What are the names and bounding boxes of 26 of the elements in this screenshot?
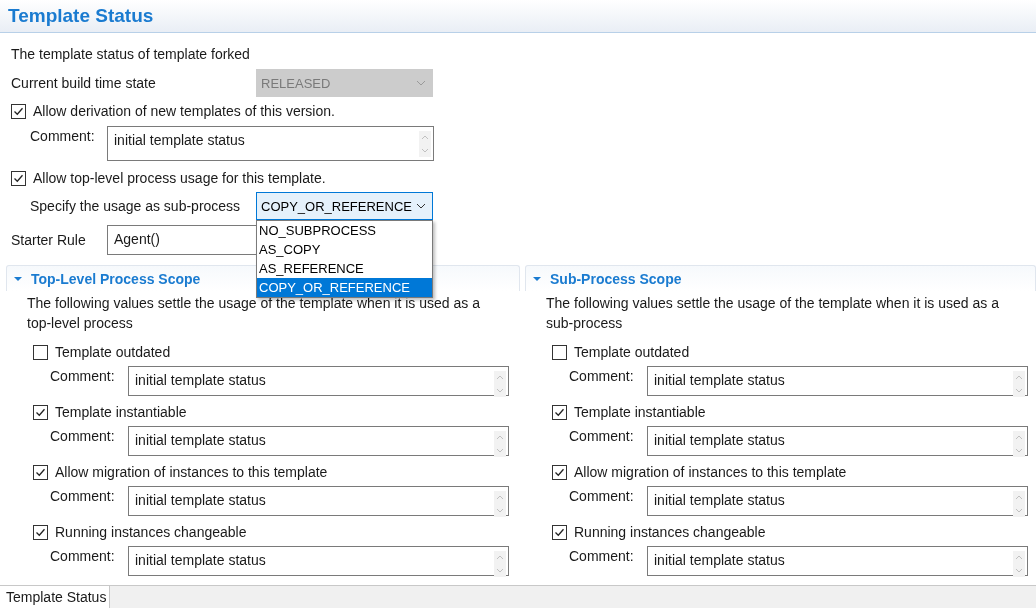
checkbox-label: Template outdated: [574, 344, 690, 360]
intro-text: The template status of template forked: [11, 45, 250, 64]
checkbox-label: Allow derivation of new templates of this version.: [33, 103, 335, 119]
field-label: Current build time state: [11, 75, 157, 91]
field-label: Comment:: [569, 367, 635, 384]
checkbox-label: Running instances changeable: [55, 524, 247, 540]
field-label: Comment:: [30, 127, 96, 144]
checkbox-label: Running instances changeable: [574, 524, 766, 540]
checkbox-label: Allow migration of instances to this template: [55, 464, 328, 480]
checkbox-label: Template instantiable: [574, 404, 706, 420]
section-description: The following values settle the usage of the template when it is used as a sub-process: [545, 294, 1000, 333]
field-label: Comment:: [569, 547, 635, 564]
checkbox-label: Template instantiable: [55, 404, 187, 420]
field-label: Comment:: [50, 427, 116, 444]
page-title: Template Status: [8, 5, 154, 27]
checkbox-label: Template outdated: [55, 344, 171, 360]
field-label: Comment:: [569, 487, 635, 504]
checkbox-label: Allow top-level process usage for this template.: [33, 170, 326, 186]
field-label: Comment:: [50, 367, 116, 384]
field-label: Starter Rule: [11, 232, 87, 248]
field-label: Comment:: [569, 427, 635, 444]
field-label: Comment:: [50, 487, 116, 504]
field-label: Comment:: [50, 547, 116, 564]
section-description: The following values settle the usage of the template when it is used as a top-level process: [26, 295, 481, 333]
checkbox-label: Allow migration of instances to this template: [574, 464, 847, 480]
field-label: Specify the usage as sub-process: [30, 198, 242, 214]
